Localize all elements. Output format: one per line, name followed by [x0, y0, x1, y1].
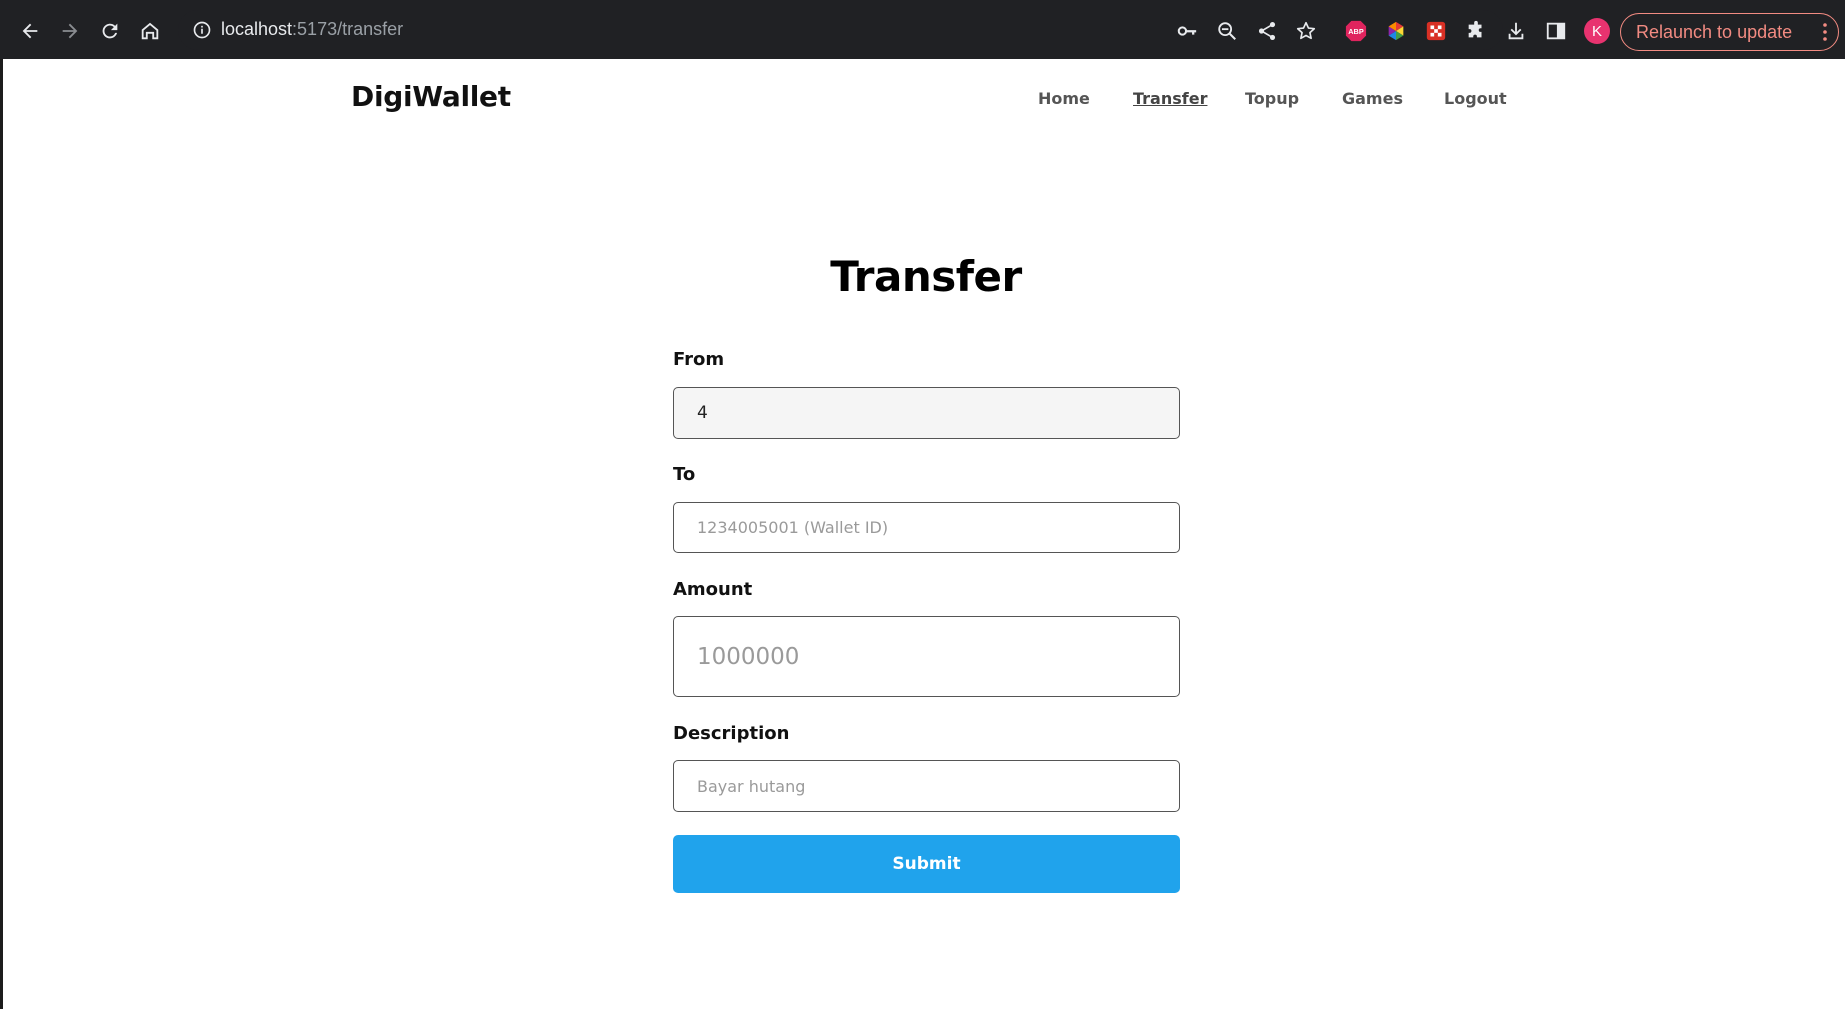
- pixel-app-icon: [1426, 21, 1446, 41]
- more-vert-icon[interactable]: [1822, 22, 1828, 42]
- submit-button[interactable]: Submit: [673, 835, 1180, 893]
- forward-button[interactable]: [53, 14, 87, 48]
- nav-logout[interactable]: Logout: [1444, 89, 1507, 108]
- pixel-extension[interactable]: [1424, 19, 1448, 43]
- brand-logo[interactable]: DigiWallet: [351, 80, 511, 113]
- window-edge: [0, 59, 3, 1009]
- url-host: localhost: [221, 19, 293, 39]
- relaunch-label: Relaunch to update: [1636, 21, 1793, 42]
- from-label: From: [673, 349, 725, 370]
- extensions-button[interactable]: [1464, 19, 1488, 43]
- key-icon: [1177, 26, 1197, 36]
- info-icon[interactable]: [192, 20, 212, 40]
- download-icon: [1508, 22, 1524, 40]
- star-icon: [1296, 21, 1316, 40]
- nav-transfer[interactable]: Transfer: [1133, 89, 1207, 108]
- relaunch-button[interactable]: Relaunch to update: [1620, 13, 1839, 51]
- to-label: To: [673, 464, 696, 485]
- color-wheel-icon: [1388, 21, 1404, 41]
- color-extension[interactable]: [1384, 19, 1408, 43]
- description-field[interactable]: [673, 760, 1180, 812]
- zoom-button[interactable]: [1215, 19, 1239, 43]
- url-path: :5173/transfer: [292, 19, 404, 39]
- side-panel-button[interactable]: [1544, 19, 1568, 43]
- downloads-button[interactable]: [1504, 19, 1528, 43]
- arrow-right-icon: [62, 23, 78, 39]
- page-title: Transfer: [830, 252, 1022, 301]
- home-icon: [141, 22, 159, 40]
- browser-toolbar: localhost:5173/transfer ABP K Relaunch t…: [0, 0, 1845, 59]
- arrow-left-icon: [22, 23, 38, 39]
- description-label: Description: [673, 723, 790, 744]
- share-icon: [1258, 22, 1276, 40]
- puzzle-icon: [1468, 20, 1482, 38]
- adblock-extension[interactable]: ABP: [1344, 19, 1368, 43]
- key-icon-button[interactable]: [1175, 19, 1199, 43]
- home-button[interactable]: [133, 14, 167, 48]
- nav-topup[interactable]: Topup: [1245, 89, 1299, 108]
- reload-button[interactable]: [93, 14, 127, 48]
- zoom-out-icon: [1218, 22, 1236, 40]
- reload-icon: [102, 23, 118, 39]
- share-button[interactable]: [1255, 19, 1279, 43]
- amount-field[interactable]: [673, 616, 1180, 697]
- adblock-badge-text: ABP: [1348, 27, 1364, 36]
- back-button[interactable]: [13, 14, 47, 48]
- url-text: localhost:5173/transfer: [221, 19, 403, 40]
- from-field[interactable]: [673, 387, 1180, 439]
- amount-label: Amount: [673, 579, 753, 600]
- side-panel-icon: [1546, 22, 1566, 40]
- bookmark-button[interactable]: [1294, 19, 1318, 43]
- adblock-icon: ABP: [1345, 20, 1367, 42]
- profile-avatar[interactable]: K: [1584, 18, 1610, 44]
- to-field[interactable]: [673, 502, 1180, 553]
- nav-games[interactable]: Games: [1342, 89, 1403, 108]
- nav-home[interactable]: Home: [1038, 89, 1090, 108]
